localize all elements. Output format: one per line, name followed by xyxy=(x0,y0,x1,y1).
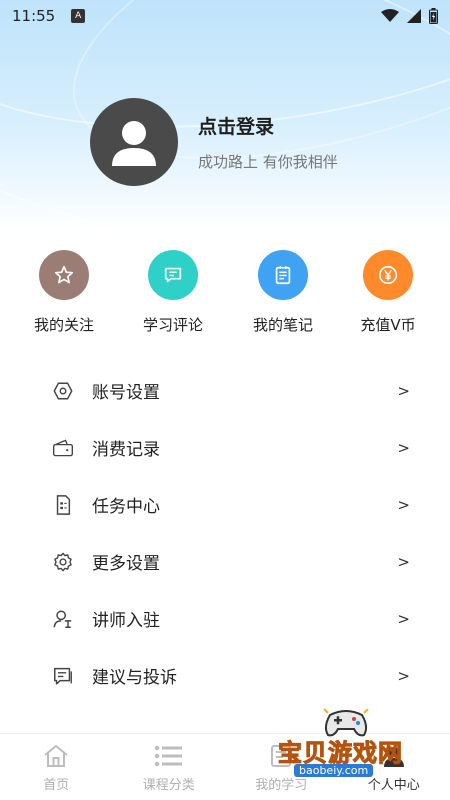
nav-label: 首页 xyxy=(43,778,70,793)
signal-icon xyxy=(407,9,421,23)
comment-icon xyxy=(164,267,182,283)
chevron-right-icon: > xyxy=(397,666,410,685)
quick-actions: 我的关注 学习评论 我的笔记 充值V币 xyxy=(0,250,450,340)
yen-coin-icon xyxy=(378,265,398,285)
login-title[interactable]: 点击登录 xyxy=(198,112,338,139)
status-time: 11:55 xyxy=(12,7,56,25)
quick-action-label: 我的笔记 xyxy=(252,316,313,334)
watermark: 宝贝游戏网 baobeiy.com xyxy=(270,705,445,795)
settings-menu: 账号设置 > 消费记录 > 任务中心 > 更多设置 > 讲师入驻 > 建议与投诉 xyxy=(0,362,450,704)
nav-label: 课程分类 xyxy=(142,778,195,793)
follow-circle xyxy=(39,250,89,300)
star-icon xyxy=(54,265,74,284)
recharge-circle xyxy=(363,250,413,300)
chevron-right-icon: > xyxy=(397,438,410,457)
menu-item-task-center[interactable]: 任务中心 > xyxy=(0,476,450,533)
quick-action-follow[interactable]: 我的关注 xyxy=(14,250,114,335)
menu-item-label: 更多设置 xyxy=(92,554,160,574)
menu-item-label: 建议与投诉 xyxy=(92,668,177,688)
nav-tab-home[interactable]: 首页 xyxy=(0,734,113,800)
battery-icon xyxy=(429,8,438,24)
wifi-icon xyxy=(381,9,399,22)
hexagon-settings-icon xyxy=(52,380,74,402)
menu-item-label: 讲师入驻 xyxy=(92,611,160,631)
profile-text: 点击登录 成功路上 有你我相伴 xyxy=(198,112,338,172)
comments-circle xyxy=(148,250,198,300)
notes-circle xyxy=(258,250,308,300)
menu-item-purchase-history[interactable]: 消费记录 > xyxy=(0,419,450,476)
quick-action-recharge[interactable]: 充值V币 xyxy=(338,250,438,335)
menu-item-instructor-join[interactable]: 讲师入驻 > xyxy=(0,590,450,647)
login-profile[interactable]: 点击登录 成功路上 有你我相伴 xyxy=(90,98,338,186)
wallet-icon xyxy=(52,437,74,459)
status-indicators xyxy=(381,8,438,24)
quick-action-notes[interactable]: 我的笔记 xyxy=(233,250,333,335)
watermark-url: baobeiy.com xyxy=(294,764,374,777)
chevron-right-icon: > xyxy=(397,552,410,571)
home-icon xyxy=(41,742,71,770)
menu-item-feedback[interactable]: 建议与投诉 > xyxy=(0,647,450,704)
status-bar: 11:55 A xyxy=(0,0,450,32)
note-icon xyxy=(275,266,291,285)
menu-item-label: 消费记录 xyxy=(92,440,160,460)
quick-action-label: 学习评论 xyxy=(142,316,203,334)
quick-action-comments[interactable]: 学习评论 xyxy=(123,250,223,335)
chevron-right-icon: > xyxy=(397,609,410,628)
menu-item-label: 账号设置 xyxy=(92,383,160,403)
task-document-icon xyxy=(52,494,74,516)
gear-icon xyxy=(52,551,74,573)
chevron-right-icon: > xyxy=(397,495,410,514)
watermark-text: 宝贝游戏网 xyxy=(278,739,403,768)
teacher-icon xyxy=(52,608,74,630)
menu-item-label: 任务中心 xyxy=(92,497,160,517)
quick-action-label: 充值V币 xyxy=(360,316,416,334)
menu-item-more-settings[interactable]: 更多设置 > xyxy=(0,533,450,590)
feedback-icon xyxy=(52,665,74,687)
menu-item-account-settings[interactable]: 账号设置 > xyxy=(0,362,450,419)
user-avatar-icon xyxy=(112,121,156,166)
list-icon xyxy=(154,742,184,770)
login-subtitle: 成功路上 有你我相伴 xyxy=(198,153,338,171)
chevron-right-icon: > xyxy=(397,381,410,400)
nav-tab-course-categories[interactable]: 课程分类 xyxy=(113,734,226,800)
notification-a-icon: A xyxy=(71,9,86,23)
quick-action-label: 我的关注 xyxy=(33,316,94,334)
avatar[interactable] xyxy=(90,98,178,186)
